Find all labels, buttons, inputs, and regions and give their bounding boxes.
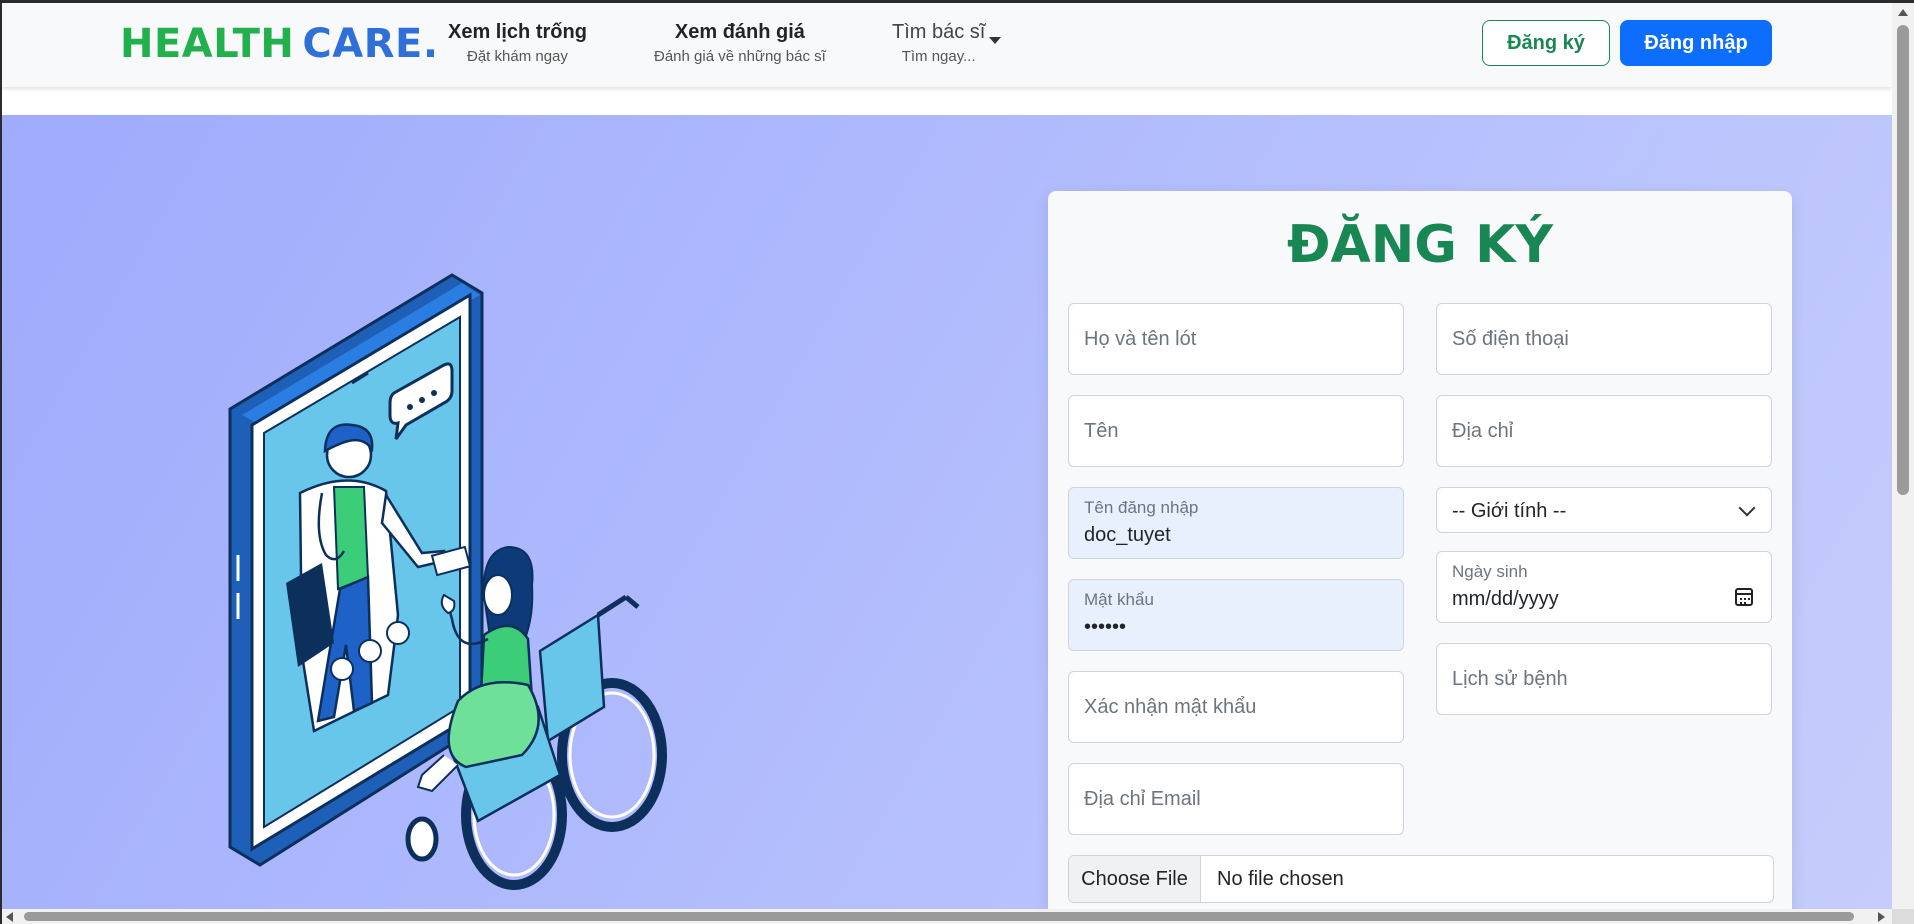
scroll-left-icon[interactable]: [6, 912, 13, 922]
brand-logo[interactable]: HEALTH CARE.: [120, 21, 439, 67]
field-placeholder: Xác nhận mật khẩu: [1084, 696, 1257, 718]
field-placeholder: Địa chỉ: [1452, 420, 1514, 442]
field-label: Ngày sinh: [1452, 562, 1528, 581]
navbar: HEALTH CARE. Xem lịch trống Đặt khám ngay…: [2, 3, 1892, 87]
chevron-down-icon: [1738, 499, 1756, 517]
scroll-right-icon[interactable]: [1878, 912, 1885, 922]
nav-item-subtitle: Tìm ngay...: [901, 48, 976, 65]
confirm-password-input[interactable]: Xác nhận mật khẩu: [1068, 671, 1404, 743]
vertical-scrollbar-thumb[interactable]: [1897, 25, 1909, 495]
login-button[interactable]: Đăng nhập: [1620, 20, 1772, 66]
phone-input[interactable]: Số điện thoại: [1436, 303, 1772, 375]
nav-item-available-schedule[interactable]: Xem lịch trống Đặt khám ngay: [448, 21, 587, 65]
email-input[interactable]: Địa chỉ Email: [1068, 763, 1404, 835]
nav-item-subtitle: Đặt khám ngay: [467, 48, 568, 65]
browser-viewport: HEALTH CARE. Xem lịch trống Đặt khám ngay…: [2, 3, 1892, 909]
address-input[interactable]: Địa chỉ: [1436, 395, 1772, 467]
gender-select[interactable]: -- Giới tính --: [1436, 487, 1772, 533]
nav-item-subtitle: Đánh giá về những bác sĩ: [654, 48, 826, 65]
scroll-up-icon[interactable]: [1898, 9, 1908, 16]
dob-input[interactable]: Ngày sinh mm/dd/yyyy: [1436, 551, 1772, 623]
nav-item-title: Xem đánh giá: [674, 21, 805, 43]
field-label: Mật khẩu: [1084, 590, 1154, 609]
calendar-icon[interactable]: [1735, 588, 1753, 606]
brand-logo-part2: CARE.: [302, 21, 439, 67]
horizontal-scrollbar-thumb[interactable]: [24, 912, 1854, 921]
file-status: No file chosen: [1217, 868, 1344, 890]
username-input[interactable]: Tên đăng nhập doc_tuyet: [1068, 487, 1404, 559]
scrollbar-corner: [1892, 909, 1914, 924]
nav-item-title: Xem lịch trống: [448, 21, 587, 43]
nav-item-reviews[interactable]: Xem đánh giá Đánh giá về những bác sĩ: [654, 21, 826, 65]
horizontal-scrollbar[interactable]: [2, 909, 1892, 924]
field-placeholder: Lịch sử bệnh: [1452, 668, 1568, 690]
vertical-scrollbar[interactable]: [1892, 3, 1914, 909]
medical-history-input[interactable]: Lịch sử bệnh: [1436, 643, 1772, 715]
caret-down-icon: [989, 37, 1002, 44]
field-value: ••••••: [1084, 616, 1127, 638]
register-button[interactable]: Đăng ký: [1482, 20, 1610, 66]
field-placeholder: Họ và tên lót: [1084, 328, 1197, 350]
field-label: Tên đăng nhập: [1084, 498, 1199, 517]
file-input[interactable]: Choose File No file chosen: [1068, 855, 1774, 903]
password-input[interactable]: Mật khẩu ••••••: [1068, 579, 1404, 651]
nav-item-title: Tìm bác sĩ: [892, 21, 986, 43]
first-name-input[interactable]: Tên: [1068, 395, 1404, 467]
brand-logo-part1: HEALTH: [120, 21, 295, 67]
field-value: mm/dd/yyyy: [1452, 588, 1559, 610]
register-title: ĐĂNG KÝ: [1286, 215, 1554, 275]
telemedicine-illustration: [228, 273, 667, 890]
field-placeholder: Số điện thoại: [1452, 328, 1569, 350]
nav-item-find-doctor[interactable]: Tìm bác sĩ Tìm ngay...: [892, 21, 1002, 65]
field-placeholder: Địa chỉ Email: [1084, 788, 1201, 810]
wheelchair-back: [538, 612, 606, 744]
field-value: doc_tuyet: [1084, 524, 1171, 546]
field-placeholder: Tên: [1084, 420, 1119, 442]
field-value: -- Giới tính --: [1452, 500, 1567, 522]
register-card: ĐĂNG KÝ Họ và tên lót Tên Tên đăng nhập …: [1048, 191, 1792, 909]
hero-section: ĐĂNG KÝ Họ và tên lót Tên Tên đăng nhập …: [2, 115, 1892, 909]
last-middle-name-input[interactable]: Họ và tên lót: [1068, 303, 1404, 375]
choose-file-button[interactable]: Choose File: [1069, 856, 1201, 902]
